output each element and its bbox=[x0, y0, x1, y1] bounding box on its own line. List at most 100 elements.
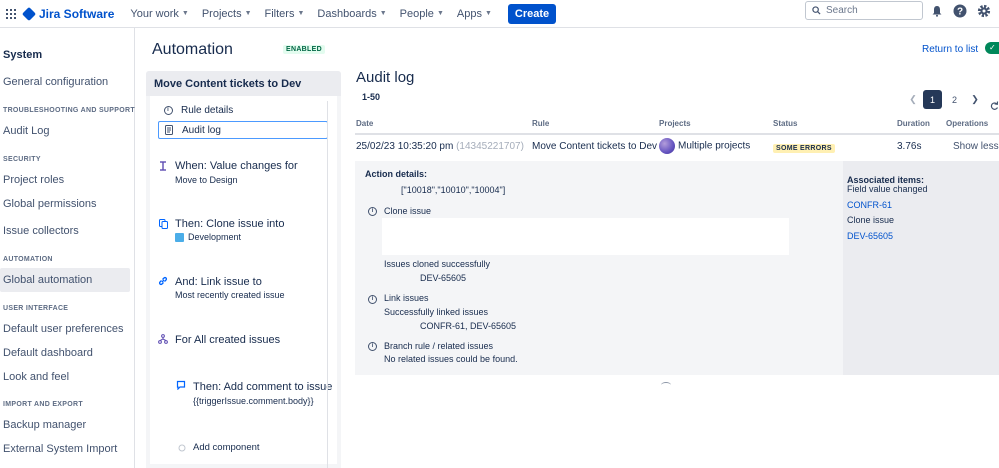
sidebar-heading-security: SECURITY bbox=[3, 156, 41, 163]
page-2-button[interactable]: 2 bbox=[945, 90, 964, 109]
jira-logo[interactable]: Jira Software bbox=[21, 6, 115, 21]
row-date: 25/02/23 10:35:20 pm (14345221707) bbox=[356, 141, 524, 152]
panel-divider bbox=[327, 101, 328, 468]
product-name: Jira Software bbox=[39, 6, 115, 21]
refresh-icon[interactable] bbox=[989, 96, 999, 115]
audit-log-link[interactable]: Audit log bbox=[158, 121, 328, 139]
clone-issue-title: Clone issue bbox=[384, 206, 432, 216]
check-icon: ✓ bbox=[989, 43, 996, 52]
sidebar-heading-troubleshooting: TROUBLESHOOTING AND SUPPORT bbox=[3, 107, 135, 114]
sidebar-heading-user-interface: USER INTERFACE bbox=[3, 305, 69, 312]
sidebar-heading-automation: AUTOMATION bbox=[3, 256, 53, 263]
return-to-list-link[interactable]: Return to list bbox=[922, 44, 978, 55]
nav-your-work[interactable]: Your work ▼ bbox=[130, 4, 188, 24]
add-component-dot-icon bbox=[177, 443, 187, 453]
sidebar-title: System bbox=[3, 49, 43, 61]
column-header-operations: Operations bbox=[946, 119, 989, 128]
row-projects: Multiple projects bbox=[659, 138, 750, 154]
clone-icon bbox=[158, 219, 168, 229]
rule-step-link-title[interactable]: And: Link issue to bbox=[175, 276, 262, 288]
sidebar-item-general-configuration[interactable]: General configuration bbox=[3, 76, 108, 88]
create-button[interactable]: Create bbox=[507, 3, 557, 24]
nav-dashboards[interactable]: Dashboards ▼ bbox=[317, 4, 386, 24]
app-switcher-icon[interactable] bbox=[6, 8, 16, 19]
chevron-down-icon: ▼ bbox=[484, 10, 492, 17]
rule-status-badge: ENABLED bbox=[283, 45, 325, 54]
add-component-button[interactable]: Add component bbox=[193, 442, 260, 453]
branch-rule-title: Branch rule / related issues bbox=[384, 341, 494, 351]
sidebar-item-default-dashboard[interactable]: Default dashboard bbox=[3, 347, 93, 359]
nav-apps[interactable]: Apps ▼ bbox=[457, 4, 492, 24]
results-range: 1-50 bbox=[362, 92, 381, 102]
sidebar-item-global-automation[interactable]: Global automation bbox=[3, 274, 92, 286]
comment-icon bbox=[176, 380, 186, 390]
rule-step-link-subtitle: Most recently created issue bbox=[175, 290, 285, 300]
multiple-projects-avatar bbox=[659, 138, 675, 154]
info-icon: i bbox=[163, 105, 173, 115]
page-1-button[interactable]: 1 bbox=[923, 90, 942, 109]
help-icon[interactable]: ? bbox=[953, 4, 967, 18]
info-icon: i bbox=[368, 342, 377, 351]
link-icon bbox=[158, 276, 168, 286]
notifications-bell-icon[interactable] bbox=[930, 4, 944, 18]
rule-step-trigger-title[interactable]: When: Value changes for bbox=[175, 160, 298, 172]
nav-people[interactable]: People ▼ bbox=[400, 4, 444, 24]
project-icon bbox=[175, 232, 184, 242]
chevron-down-icon: ▼ bbox=[436, 10, 444, 17]
show-less-button[interactable]: Show less bbox=[953, 141, 999, 152]
column-header-rule: Rule bbox=[532, 119, 550, 128]
column-header-date: Date bbox=[356, 119, 374, 128]
jira-logo-icon bbox=[21, 6, 37, 21]
sidebar-item-external-system-import[interactable]: External System Import bbox=[3, 443, 117, 455]
sidebar-item-look-and-feel[interactable]: Look and feel bbox=[3, 371, 69, 383]
status-badge: SOME ERRORS bbox=[773, 144, 835, 153]
chevron-right-icon: ❯ bbox=[971, 94, 979, 104]
sidebar-item-backup-manager[interactable]: Backup manager bbox=[3, 419, 86, 431]
rule-step-comment-subtitle: {{triggerIssue.comment.body}} bbox=[193, 396, 314, 406]
rule-enabled-toggle[interactable]: ✓ bbox=[985, 42, 999, 54]
column-header-duration: Duration bbox=[897, 119, 930, 128]
row-execution-id: (14345221707) bbox=[456, 141, 524, 152]
loading-spinner-icon bbox=[661, 382, 671, 388]
nav-projects[interactable]: Projects ▼ bbox=[202, 4, 252, 24]
document-icon bbox=[164, 125, 174, 135]
audit-log-title: Audit log bbox=[356, 69, 415, 86]
rule-step-clone-title[interactable]: Then: Clone issue into bbox=[175, 218, 284, 230]
settings-gear-icon[interactable] bbox=[977, 4, 991, 18]
column-header-status: Status bbox=[773, 119, 798, 128]
chevron-down-icon: ▼ bbox=[181, 10, 189, 17]
rule-name: Move Content tickets to Dev bbox=[146, 71, 341, 96]
sidebar-item-default-user-preferences[interactable]: Default user preferences bbox=[3, 323, 123, 335]
row-status: SOME ERRORS bbox=[773, 142, 835, 153]
search-input[interactable]: Search bbox=[805, 1, 923, 20]
trigger-icon bbox=[158, 161, 168, 171]
nav-filters[interactable]: Filters ▼ bbox=[265, 4, 305, 24]
previous-page-button[interactable]: ❮ bbox=[906, 90, 920, 109]
rule-details-link[interactable]: i Rule details bbox=[158, 101, 328, 119]
sidebar-item-project-roles[interactable]: Project roles bbox=[3, 174, 64, 186]
chevron-down-icon: ▼ bbox=[244, 10, 252, 17]
admin-sidebar: System General configuration TROUBLESHOO… bbox=[0, 28, 135, 468]
next-page-button[interactable]: ❯ bbox=[968, 90, 982, 109]
linked-issue-keys: CONFR-61, DEV-65605 bbox=[420, 321, 517, 331]
rule-step-branch-title[interactable]: For All created issues bbox=[175, 334, 280, 346]
chevron-left-icon: ❮ bbox=[909, 94, 917, 104]
rule-step-trigger-subtitle: Move to Design bbox=[175, 175, 238, 185]
branch-icon bbox=[158, 334, 168, 344]
clone-issue-details-box bbox=[382, 218, 789, 255]
cloned-issue-key: DEV-65605 bbox=[420, 273, 467, 283]
chevron-down-icon: ▼ bbox=[297, 10, 305, 17]
page-title: Automation bbox=[152, 41, 233, 58]
rule-step-clone-subtitle: Development bbox=[175, 232, 241, 242]
sidebar-item-audit-log[interactable]: Audit Log bbox=[3, 125, 49, 137]
sidebar-item-issue-collectors[interactable]: Issue collectors bbox=[3, 225, 79, 237]
associated-issue-link[interactable]: CONFR-61 bbox=[847, 200, 892, 210]
search-icon bbox=[812, 6, 821, 15]
row-duration: 3.76s bbox=[897, 141, 922, 152]
associated-issue-link[interactable]: DEV-65605 bbox=[847, 231, 893, 241]
sidebar-item-global-permissions[interactable]: Global permissions bbox=[3, 198, 97, 210]
table-header-divider bbox=[355, 133, 999, 135]
rule-step-comment-title[interactable]: Then: Add comment to issue bbox=[193, 381, 332, 393]
rule-panel: Move Content tickets to Dev i Rule detai… bbox=[146, 71, 341, 468]
action-details-label: Action details: bbox=[365, 169, 428, 179]
